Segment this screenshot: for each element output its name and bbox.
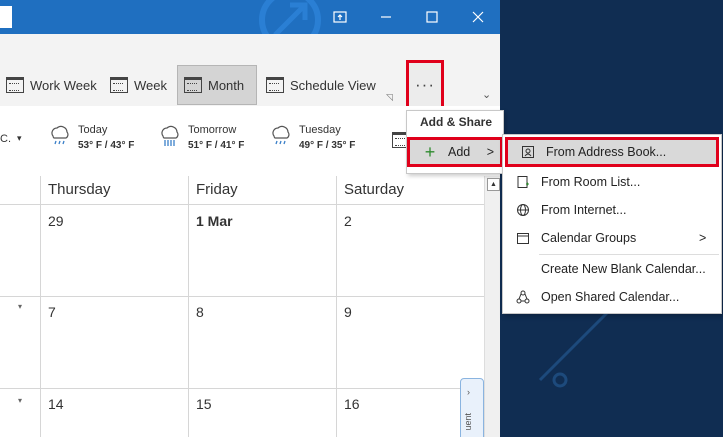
from-room-list-label: From Room List... <box>541 175 641 189</box>
work-week-button[interactable]: Work Week <box>0 65 103 105</box>
more-options-button[interactable]: ··· <box>406 60 444 110</box>
grid-divider <box>336 176 337 437</box>
expand-arrow-icon[interactable]: ▾ <box>18 302 22 311</box>
weather-day-label: Today <box>78 124 108 136</box>
chevron-right-icon: > <box>486 145 494 159</box>
expand-arrow-icon[interactable]: ▾ <box>18 396 22 405</box>
calendar-icon <box>6 77 24 93</box>
restore-window-icon[interactable] <box>317 0 363 34</box>
grid-divider <box>40 176 41 437</box>
work-week-label: Work Week <box>30 77 97 93</box>
vertical-scrollbar[interactable]: ▲ <box>484 176 500 437</box>
address-book-icon <box>520 144 536 160</box>
grid-divider <box>0 204 484 205</box>
day-cell[interactable]: 8 <box>196 304 204 320</box>
from-internet-item[interactable]: From Internet... <box>503 196 721 224</box>
from-address-book-item[interactable]: From Address Book... <box>505 137 719 167</box>
add-menu-item[interactable]: + Add > <box>407 137 503 167</box>
week-label: Week <box>134 77 167 93</box>
location-label[interactable]: C. <box>0 133 11 145</box>
side-panel-tab[interactable]: › uent <box>460 378 484 437</box>
rain-icon <box>51 125 69 145</box>
month-label: Month <box>208 77 245 93</box>
column-header-thursday: Thursday <box>48 181 111 198</box>
grid-divider <box>188 176 189 437</box>
side-panel-label: uent <box>463 413 473 431</box>
weather-tuesday[interactable]: Tuesday 49° F / 35° F <box>269 124 355 151</box>
scroll-up-icon[interactable]: ▲ <box>487 178 500 191</box>
outlook-window: Work Week Week Month Schedule View ◹ ⌄ ·… <box>0 0 500 437</box>
shared-calendar-icon <box>515 289 531 305</box>
day-cell[interactable]: 2 <box>344 213 352 229</box>
add-label: Add <box>448 145 471 159</box>
open-shared-calendar-item[interactable]: Open Shared Calendar... <box>503 283 721 311</box>
add-submenu: From Address Book... From Room List... F… <box>502 134 722 314</box>
day-cell[interactable]: 16 <box>344 396 360 412</box>
more-options-label: ··· <box>415 75 435 94</box>
menu-header: Add & Share <box>420 115 493 129</box>
open-shared-calendar-label: Open Shared Calendar... <box>541 290 680 304</box>
from-room-list-item[interactable]: From Room List... <box>503 168 721 196</box>
dialog-launcher-icon[interactable]: ◹ <box>386 92 393 103</box>
day-cell[interactable]: 15 <box>196 396 212 412</box>
calendar-groups-label: Calendar Groups <box>541 231 637 245</box>
day-cell[interactable]: 9 <box>344 304 352 320</box>
weather-temp: 51° F / 41° F <box>188 140 245 151</box>
schedule-view-label: Schedule View <box>290 77 376 93</box>
column-header-saturday: Saturday <box>344 181 405 198</box>
weather-today[interactable]: Today 53° F / 43° F <box>48 124 134 151</box>
calendar-groups-icon <box>515 230 531 246</box>
from-address-book-label: From Address Book... <box>546 145 667 159</box>
weather-temp: 49° F / 35° F <box>299 140 356 151</box>
chevron-right-icon: › <box>467 387 470 397</box>
collapse-ribbon-icon[interactable]: ⌄ <box>482 88 491 101</box>
calendar-groups-item[interactable]: Calendar Groups > <box>503 224 721 252</box>
maximize-icon[interactable] <box>409 0 455 34</box>
day-cell[interactable]: 29 <box>48 213 64 229</box>
grid-divider <box>0 296 484 297</box>
column-header-friday: Friday <box>196 181 238 198</box>
create-new-blank-calendar-item[interactable]: Create New Blank Calendar... <box>503 255 721 283</box>
calendar-icon <box>184 77 202 93</box>
plus-icon: + <box>424 141 436 162</box>
day-cell[interactable]: 14 <box>48 396 64 412</box>
month-grid: Thursday Friday Saturday 29 1 Mar 2 7 8 … <box>0 176 484 437</box>
day-cell[interactable]: 7 <box>48 304 56 320</box>
close-icon[interactable] <box>455 0 500 34</box>
schedule-icon <box>266 77 284 93</box>
chevron-right-icon: > <box>699 231 707 245</box>
grid-divider <box>0 388 484 389</box>
title-bar <box>0 0 500 34</box>
create-new-blank-calendar-label: Create New Blank Calendar... <box>541 262 706 276</box>
room-list-icon <box>515 174 531 190</box>
day-cell[interactable]: 1 Mar <box>196 213 233 229</box>
blank-icon <box>515 261 531 277</box>
weather-tomorrow[interactable]: Tomorrow 51° F / 41° F <box>158 124 244 151</box>
month-button[interactable]: Month <box>177 65 257 105</box>
rain-icon <box>272 125 290 145</box>
weather-day-label: Tomorrow <box>188 124 237 136</box>
week-button[interactable]: Week <box>104 65 173 105</box>
minimize-icon[interactable] <box>363 0 409 34</box>
add-share-menu: Add & Share + Add > <box>406 110 504 174</box>
globe-icon <box>515 202 531 218</box>
calendar-icon <box>110 77 128 93</box>
location-dropdown-icon[interactable]: ▾ <box>17 133 22 144</box>
weather-temp: 53° F / 43° F <box>78 140 135 151</box>
from-internet-label: From Internet... <box>541 203 627 217</box>
schedule-view-button[interactable]: Schedule View <box>260 65 382 105</box>
heavy-rain-icon <box>161 125 179 146</box>
weather-day-label: Tuesday <box>299 124 341 136</box>
